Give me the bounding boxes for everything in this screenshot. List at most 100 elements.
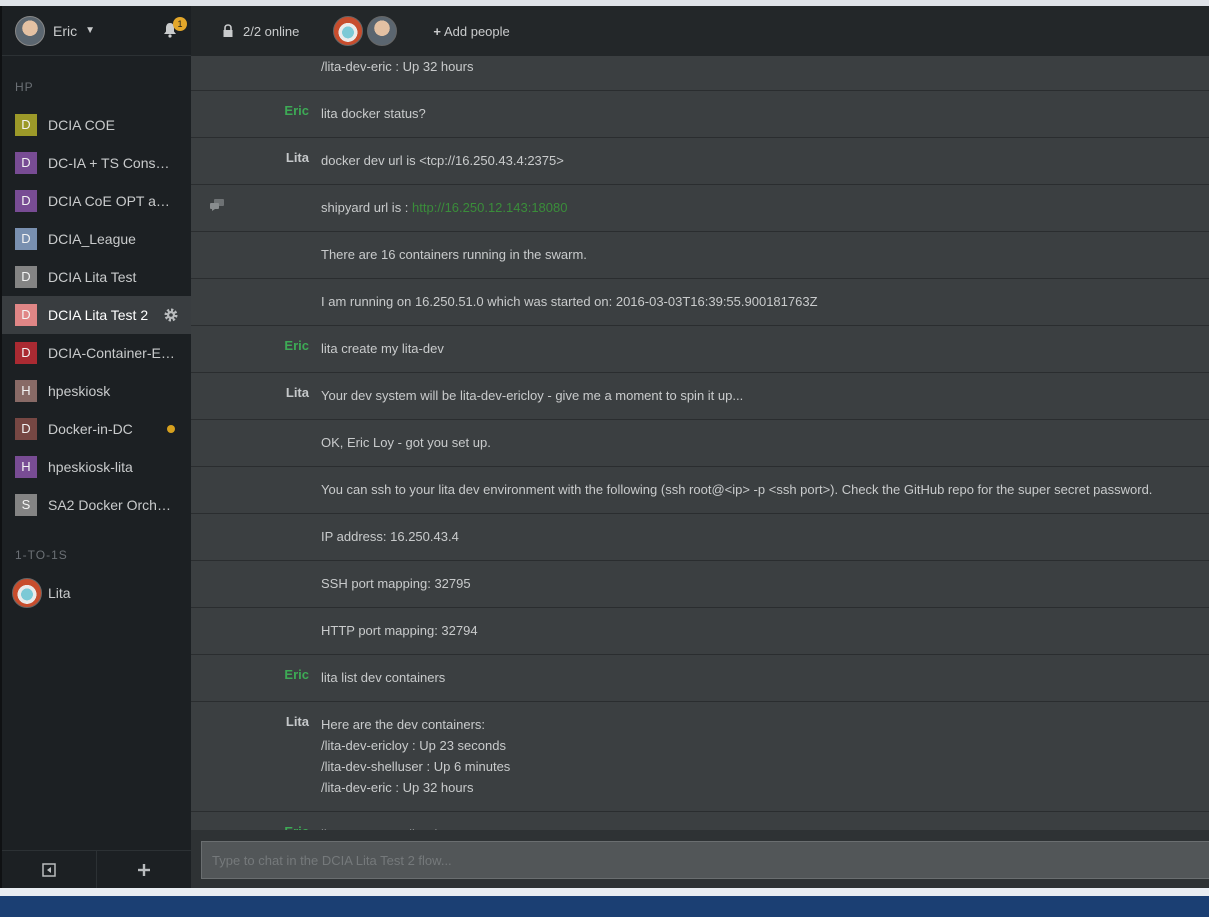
message-link[interactable]: http://16.250.12.143:18080 [412, 200, 567, 215]
sidebar-flow-item[interactable]: Hhpeskiosk [2, 372, 191, 410]
message-row[interactable]: HTTP port mapping: 32794 [191, 608, 1209, 655]
flow-avatar: D [15, 190, 37, 212]
flow-list: D DCIA COE D DC-IA + TS Consult… D DCIA CoE O… [2, 106, 191, 524]
flow-label: hpeskiosk [48, 383, 111, 399]
add-flow-button[interactable] [97, 851, 191, 888]
message-text: SSH port mapping: 32795 [321, 576, 471, 591]
message-body: You can ssh to your lita dev environment… [321, 479, 1209, 500]
flow-label: DCIA CoE OPT and… [48, 193, 176, 209]
section-title-hp: HP [15, 80, 34, 94]
flow-avatar: D [15, 228, 37, 250]
sidebar-footer [2, 850, 191, 888]
message-text: lita list dev containers [321, 670, 446, 685]
sidebar-flow-item[interactable]: D DCIA-Container-Eco… [2, 334, 191, 372]
flow-avatar: H [15, 456, 37, 478]
flow-label: hpeskiosk-lita [48, 459, 133, 475]
caret-down-icon: ▼ [85, 25, 96, 36]
flow-label: DCIA_League [48, 231, 136, 247]
unread-dot [167, 425, 175, 433]
flow-avatar: D [15, 304, 37, 326]
message-row[interactable]: Eric lita docker status? [191, 91, 1209, 138]
message-row[interactable]: shipyard url is : http://16.250.12.143:1… [191, 185, 1209, 232]
message-body: OK, Eric Loy - got you set up. [321, 432, 1209, 453]
message-text: OK, Eric Loy - got you set up. [321, 435, 491, 450]
message-body: docker dev url is <tcp://16.250.43.4:237… [321, 150, 1209, 171]
flow-avatar: D [15, 418, 37, 440]
flow-label: Docker-in-DC [48, 421, 133, 437]
message-row[interactable]: Lita Your dev system will be lita-dev-eri… [191, 373, 1209, 420]
flow-label: DCIA Lita Test 2 [48, 307, 149, 323]
flow-avatar: D [15, 266, 37, 288]
sidebar-flow-item[interactable]: D DC-IA + TS Consult… [2, 144, 191, 182]
message-author[interactable]: Lita [286, 385, 309, 400]
message-row[interactable]: You can ssh to your lita dev environment… [191, 467, 1209, 514]
message-text: HTTP port mapping: 32794 [321, 623, 478, 638]
message-text: Your dev system will be lita-dev-ericloy… [321, 388, 744, 403]
message-author[interactable]: Eric [284, 667, 309, 682]
message-body: I am running on 16.250.51.0 which was st… [321, 291, 1209, 312]
lock-icon [223, 24, 233, 37]
plus-icon: + [433, 23, 441, 39]
sidebar-flow-item[interactable]: Hhpeskiosk-lita [2, 448, 191, 486]
sidebar-flow-item[interactable]: D DCIA CoE OPT and… [2, 182, 191, 220]
user-name: Eric [53, 22, 78, 39]
message-author[interactable]: Eric [284, 338, 309, 353]
member-avatar-eric[interactable] [367, 16, 398, 46]
gear-icon[interactable] [163, 307, 179, 323]
message-text: IP address: 16.250.43.4 [321, 529, 459, 544]
message-row[interactable]: I am running on 16.250.51.0 which was st… [191, 279, 1209, 326]
section-title-1to1: 1-TO-1S [15, 548, 68, 562]
message-row[interactable]: /lita-dev-eric : Up 32 hours [191, 56, 1209, 91]
thread-icon[interactable] [209, 198, 225, 212]
message-row[interactable]: Eric lita list dev containers [191, 655, 1209, 702]
message-row[interactable]: Lita Here are the dev containers: /lita-d… [191, 702, 1209, 812]
message-author[interactable]: Lita [286, 150, 309, 165]
direct-item-lita[interactable]: Lita [2, 574, 191, 612]
chat-input[interactable] [201, 841, 1209, 879]
message-text: shipyard url is : [321, 200, 413, 215]
message-row[interactable]: IP address: 16.250.43.4 [191, 514, 1209, 561]
add-people-label: Add people [443, 23, 510, 39]
message-row[interactable]: Ericlita remove my lita-dev [191, 812, 1209, 830]
flow-avatar: H [15, 380, 37, 402]
online-count[interactable]: 2/2 online [243, 24, 299, 39]
collapse-sidebar-button[interactable] [2, 851, 97, 888]
flow-label: DCIA-Container-Eco… [48, 345, 176, 361]
message-body: Here are the dev containers: /lita-dev-e… [321, 714, 1209, 798]
message-text: lita create my lita-dev [321, 341, 444, 356]
flow-avatar: S [15, 494, 37, 516]
taskbar-strip [0, 888, 1209, 917]
message-body: There are 16 containers running in the s… [321, 244, 1209, 265]
message-author[interactable]: Lita [286, 714, 309, 729]
message-body: /lita-dev-eric : Up 32 hours [321, 56, 1209, 77]
message-list: /lita-dev-eric : Up 32 hours Eric lita doc… [191, 56, 1209, 830]
sidebar-flow-item[interactable]: D Docker-in-DC [2, 410, 191, 448]
message-body: IP address: 16.250.43.4 [321, 526, 1209, 547]
message-body: Your dev system will be lita-dev-ericloy… [321, 385, 1209, 406]
member-avatar-lita[interactable] [333, 16, 364, 46]
plus-icon [138, 863, 150, 876]
message-row[interactable]: Lita docker dev url is <tcp://16.250.43.4… [191, 138, 1209, 185]
message-row[interactable]: Eric lita create my lita-dev [191, 326, 1209, 373]
message-row[interactable]: OK, Eric Loy - got you set up. [191, 420, 1209, 467]
message-row[interactable]: SSH port mapping: 32795 [191, 561, 1209, 608]
message-body: SSH port mapping: 32795 [321, 573, 1209, 594]
message-text: /lita-dev-eric : Up 32 hours [321, 59, 474, 74]
sidebar-flow-item[interactable]: D DCIA_League [2, 220, 191, 258]
message-body: lita list dev containers [321, 667, 1209, 688]
sidebar-flow-item[interactable]: D DCIA COE [2, 106, 191, 144]
flow-header: 2/2 online + Add people [191, 6, 1209, 56]
message-row[interactable]: There are 16 containers running in the s… [191, 232, 1209, 279]
add-people-button[interactable]: + Add people [433, 24, 509, 39]
sidebar-flow-item[interactable]: S SA2 Docker Orches… [2, 486, 191, 524]
message-text: You can ssh to your lita dev environment… [321, 482, 1153, 497]
message-author[interactable]: Eric [284, 103, 309, 118]
sidebar-flow-item[interactable]: D DCIA Lita Test 2 [2, 296, 191, 334]
message-body: shipyard url is : http://16.250.12.143:1… [321, 197, 1209, 218]
flow-label: DCIA COE [48, 117, 115, 133]
composer-area [191, 830, 1209, 888]
sidebar-flow-item[interactable]: D DCIA Lita Test [2, 258, 191, 296]
flow-label: DC-IA + TS Consult… [48, 155, 176, 171]
flow-label: DCIA Lita Test [48, 269, 137, 285]
user-avatar [15, 15, 45, 46]
